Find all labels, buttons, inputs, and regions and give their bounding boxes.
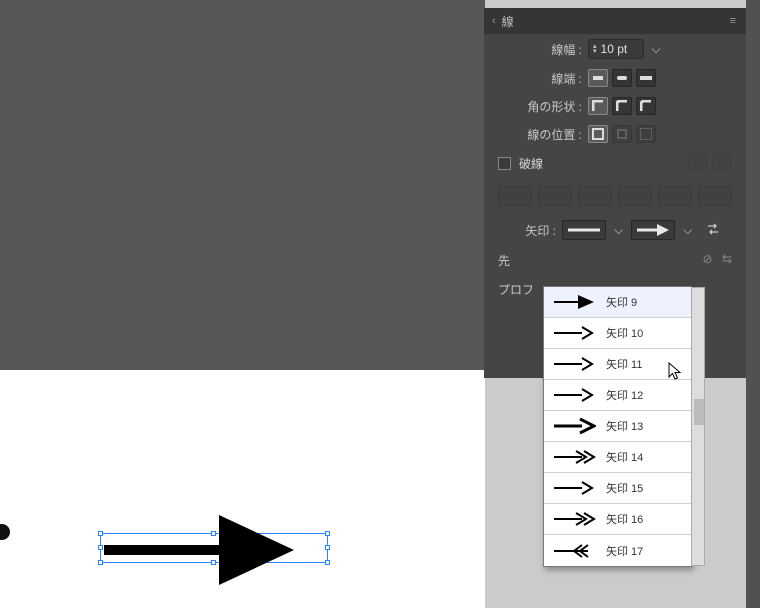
arrowhead-start-dropdown-icon[interactable]: ⌵ (612, 223, 625, 238)
arrowhead-option[interactable]: 矢印 15 (544, 473, 691, 504)
arrowhead-option-label: 矢印 12 (606, 387, 643, 403)
stroke-weight-dropdown-icon[interactable]: ⌵ (652, 42, 661, 57)
arrowhead-option-label: 矢印 10 (606, 325, 643, 341)
swap-arrowheads-icon[interactable] (706, 222, 720, 239)
stroke-weight-stepper[interactable]: ▴▾ (588, 39, 644, 59)
stepper-arrows-icon[interactable]: ▴▾ (593, 44, 597, 54)
join-round-button[interactable] (612, 97, 632, 115)
arrowhead-dropdown[interactable]: 矢印 9 矢印 10 矢印 11 矢印 12 矢印 13 矢印 14 矢印 15 矢印 16 矢… (543, 286, 692, 567)
artboard-empty (0, 0, 485, 370)
align-inside-button[interactable] (612, 125, 632, 143)
selected-arrow-object[interactable] (100, 533, 328, 563)
join-bevel-button[interactable] (636, 97, 656, 115)
arrowhead-option-label: 矢印 17 (606, 543, 643, 559)
cap-round-button[interactable] (612, 69, 632, 87)
dashed-line-checkbox[interactable] (498, 157, 511, 170)
arrowheads-label: 矢印 : (494, 222, 556, 239)
arrow-preview-icon (552, 509, 596, 529)
arrow-preview-icon (552, 323, 596, 343)
arrowhead-option[interactable]: 矢印 17 (544, 535, 691, 566)
artboard[interactable] (0, 370, 485, 608)
mouse-cursor-icon (668, 362, 684, 382)
resize-handle-bl[interactable] (98, 560, 103, 565)
gap-field-2[interactable] (618, 186, 652, 206)
align-outside-button[interactable] (636, 125, 656, 143)
arrowhead-option-label: 矢印 16 (606, 511, 643, 527)
arrowhead-end-swatch[interactable] (631, 220, 675, 240)
resize-handle-tl[interactable] (98, 531, 103, 536)
unlink-scale-icon[interactable]: ⇆ (722, 252, 732, 266)
dash-align-b-button[interactable] (712, 154, 732, 172)
arrow-scale-label-partial: 先 ⊘ ⇆ (484, 246, 746, 275)
cap-square-button[interactable] (636, 69, 656, 87)
scrollbar-thumb[interactable] (694, 399, 704, 425)
dropdown-scrollbar[interactable] (691, 287, 705, 566)
canvas-area[interactable] (0, 0, 485, 608)
arrow-preview-icon (552, 541, 596, 561)
arrow-preview-icon (552, 385, 596, 405)
arrowhead-option[interactable]: 矢印 9 (544, 287, 691, 318)
align-center-button[interactable] (588, 125, 608, 143)
stray-dot-shape[interactable] (0, 524, 10, 540)
arrow-preview-icon (552, 447, 596, 467)
arrowhead-option[interactable]: 矢印 16 (544, 504, 691, 535)
panel-menu-icon[interactable]: ≡ (728, 13, 738, 29)
link-scale-icon[interactable]: ⊘ (703, 252, 713, 266)
arrow-preview-icon (552, 354, 596, 374)
cap-butt-button[interactable] (588, 69, 608, 87)
resize-handle-tr[interactable] (325, 531, 330, 536)
arrow-preview-icon (552, 416, 596, 436)
align-stroke-label: 線の位置 : (494, 126, 582, 143)
resize-handle-tc[interactable] (211, 531, 216, 536)
panel-header[interactable]: ‹ 線 ≡ (484, 8, 746, 34)
resize-handle-ml[interactable] (98, 545, 103, 550)
corner-label: 角の形状 : (494, 98, 582, 115)
gap-field-3[interactable] (698, 186, 732, 206)
arrowhead-option-label: 矢印 15 (606, 480, 643, 496)
dashed-line-label: 破線 (519, 155, 543, 172)
selection-bounds[interactable] (100, 533, 328, 563)
arrowhead-option[interactable]: 矢印 14 (544, 442, 691, 473)
arrowhead-end-dropdown-icon[interactable]: ⌵ (681, 223, 694, 238)
arrowhead-option[interactable]: 矢印 10 (544, 318, 691, 349)
arrow-path-shape[interactable] (104, 537, 327, 597)
dash-field-1[interactable] (498, 186, 532, 206)
arrowhead-option[interactable]: 矢印 12 (544, 380, 691, 411)
stroke-weight-label: 線幅 : (494, 41, 582, 58)
dash-field-2[interactable] (578, 186, 612, 206)
arrow-preview-icon (552, 478, 596, 498)
arrowhead-option-label: 矢印 14 (606, 449, 643, 465)
panel-expand-icon[interactable]: ‹ (492, 15, 496, 27)
dash-field-3[interactable] (658, 186, 692, 206)
dash-gap-inputs (484, 178, 746, 214)
arrowhead-start-swatch[interactable] (562, 220, 606, 240)
stroke-weight-input[interactable] (601, 42, 639, 56)
arrowhead-option-label: 矢印 11 (606, 356, 642, 372)
stroke-cap-label: 線端 : (494, 70, 582, 87)
panel-title: 線 (502, 13, 514, 30)
gap-field-1[interactable] (538, 186, 572, 206)
arrowhead-option[interactable]: 矢印 13 (544, 411, 691, 442)
arrow-preview-icon (552, 292, 596, 312)
join-miter-button[interactable] (588, 97, 608, 115)
arrowhead-option-label: 矢印 13 (606, 418, 643, 434)
arrowhead-option-label: 矢印 9 (606, 294, 637, 310)
dash-align-a-button[interactable] (688, 154, 708, 172)
